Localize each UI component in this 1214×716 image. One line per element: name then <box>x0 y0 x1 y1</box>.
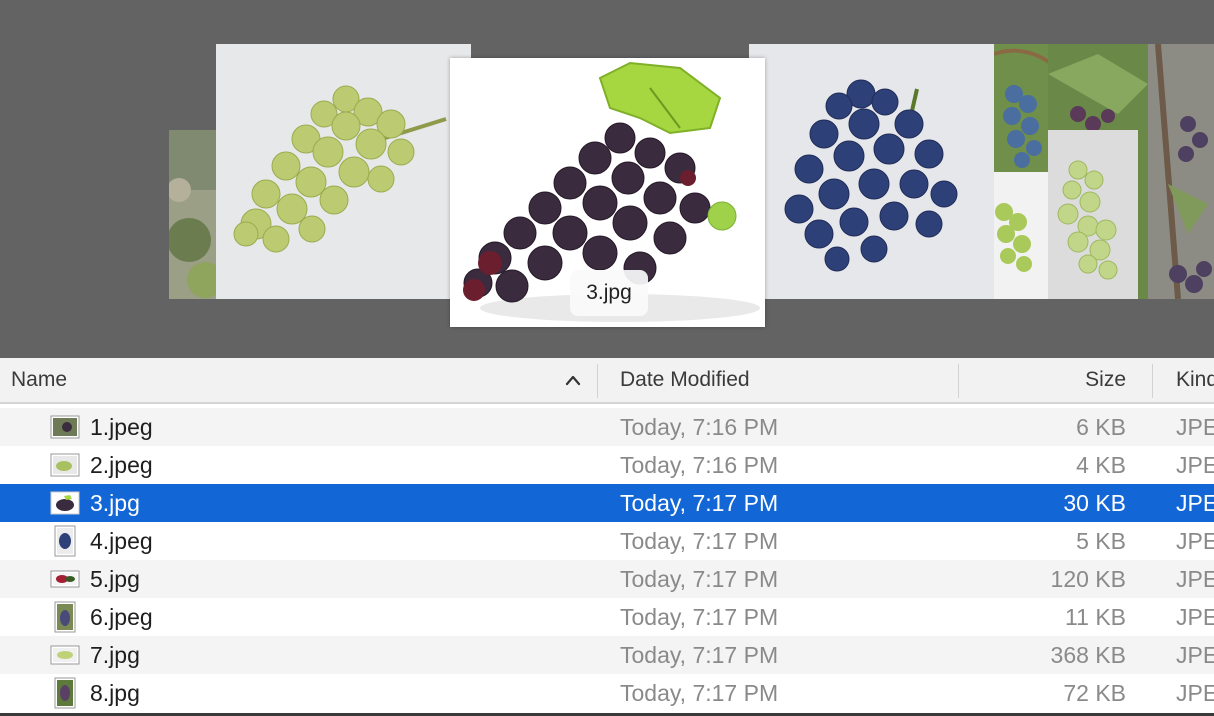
list-header: Name Date Modified Size Kind <box>0 358 1214 404</box>
file-size: 30 KB <box>1063 490 1126 516</box>
file-date: Today, 7:17 PM <box>620 528 779 554</box>
file-row-5[interactable]: 5.jpg Today, 7:17 PM 120 KB JPEG <box>0 560 1214 598</box>
cover-1-jpeg[interactable] <box>169 130 217 299</box>
file-row-3-selected[interactable]: 3.jpg Today, 7:17 PM 30 KB JPEG <box>0 484 1214 522</box>
file-size: 6 KB <box>1076 414 1126 440</box>
file-name: 3.jpg <box>90 490 140 516</box>
file-date: Today, 7:16 PM <box>620 452 779 478</box>
file-date: Today, 7:17 PM <box>620 642 779 668</box>
file-kind: JPEG <box>1176 490 1214 516</box>
file-size: 72 KB <box>1063 680 1126 706</box>
file-size: 5 KB <box>1076 528 1126 554</box>
file-kind: JPEG <box>1176 604 1214 630</box>
file-size: 11 KB <box>1065 604 1126 630</box>
file-list: 1.jpeg Today, 7:16 PM 6 KB JPEG 2.jpeg T… <box>0 408 1214 712</box>
column-header-kind[interactable]: Kind <box>1176 358 1214 402</box>
image-thumbnail-icon <box>50 453 80 477</box>
cover-7-jpg[interactable] <box>994 172 1048 299</box>
image-thumbnail-icon <box>50 415 80 439</box>
file-row-4[interactable]: 4.jpeg Today, 7:17 PM 5 KB JPEG <box>0 522 1214 560</box>
file-row-1[interactable]: 1.jpeg Today, 7:16 PM 6 KB JPEG <box>0 408 1214 446</box>
file-date: Today, 7:17 PM <box>620 566 779 592</box>
cover-2-jpeg[interactable] <box>216 44 471 299</box>
file-name: 5.jpg <box>90 566 140 592</box>
image-thumbnail-icon <box>54 525 76 557</box>
file-date: Today, 7:17 PM <box>620 604 779 630</box>
image-thumbnail-icon <box>50 645 80 665</box>
file-size: 120 KB <box>1050 566 1126 592</box>
column-divider[interactable] <box>1152 364 1153 398</box>
cover-8-jpg[interactable] <box>1148 44 1214 299</box>
file-name: 2.jpeg <box>90 452 153 478</box>
file-date: Today, 7:16 PM <box>620 414 779 440</box>
cover-5-jpg[interactable] <box>994 44 1052 172</box>
file-kind: JPEG <box>1176 414 1214 440</box>
file-date: Today, 7:17 PM <box>620 490 779 516</box>
chevron-up-icon[interactable] <box>565 373 581 387</box>
image-thumbnail-icon <box>54 677 76 709</box>
file-row-6[interactable]: 6.jpeg Today, 7:17 PM 11 KB JPEG <box>0 598 1214 636</box>
image-thumbnail-icon <box>50 570 80 588</box>
image-thumbnail-icon <box>54 601 76 633</box>
file-size: 4 KB <box>1076 452 1126 478</box>
file-row-7[interactable]: 7.jpg Today, 7:17 PM 368 KB JPEG <box>0 636 1214 674</box>
file-name: 6.jpeg <box>90 604 153 630</box>
file-kind: JPEG <box>1176 680 1214 706</box>
image-thumbnail-icon <box>50 491 80 515</box>
file-row-2[interactable]: 2.jpeg Today, 7:16 PM 4 KB JPEG <box>0 446 1214 484</box>
column-header-name[interactable]: Name <box>11 358 67 402</box>
file-kind: JPEG <box>1176 566 1214 592</box>
column-divider[interactable] <box>597 364 598 398</box>
file-name: 8.jpg <box>90 680 140 706</box>
column-header-size[interactable]: Size <box>960 358 1126 402</box>
file-kind: JPEG <box>1176 528 1214 554</box>
cover-4-jpeg[interactable] <box>749 44 995 299</box>
column-divider[interactable] <box>958 364 959 398</box>
file-name: 1.jpeg <box>90 414 153 440</box>
file-kind: JPEG <box>1176 452 1214 478</box>
file-date: Today, 7:17 PM <box>620 680 779 706</box>
file-name: 7.jpg <box>90 642 140 668</box>
cover-7-jpg-overlap[interactable] <box>1048 130 1138 299</box>
file-size: 368 KB <box>1050 642 1126 668</box>
column-header-date-modified[interactable]: Date Modified <box>620 358 750 402</box>
cover-flow-view[interactable]: 3.jpg <box>0 0 1214 358</box>
file-kind: JPEG <box>1176 642 1214 668</box>
cover-caption: 3.jpg <box>570 270 648 316</box>
file-row-8[interactable]: 8.jpg Today, 7:17 PM 72 KB JPEG <box>0 674 1214 712</box>
file-name: 4.jpeg <box>90 528 153 554</box>
